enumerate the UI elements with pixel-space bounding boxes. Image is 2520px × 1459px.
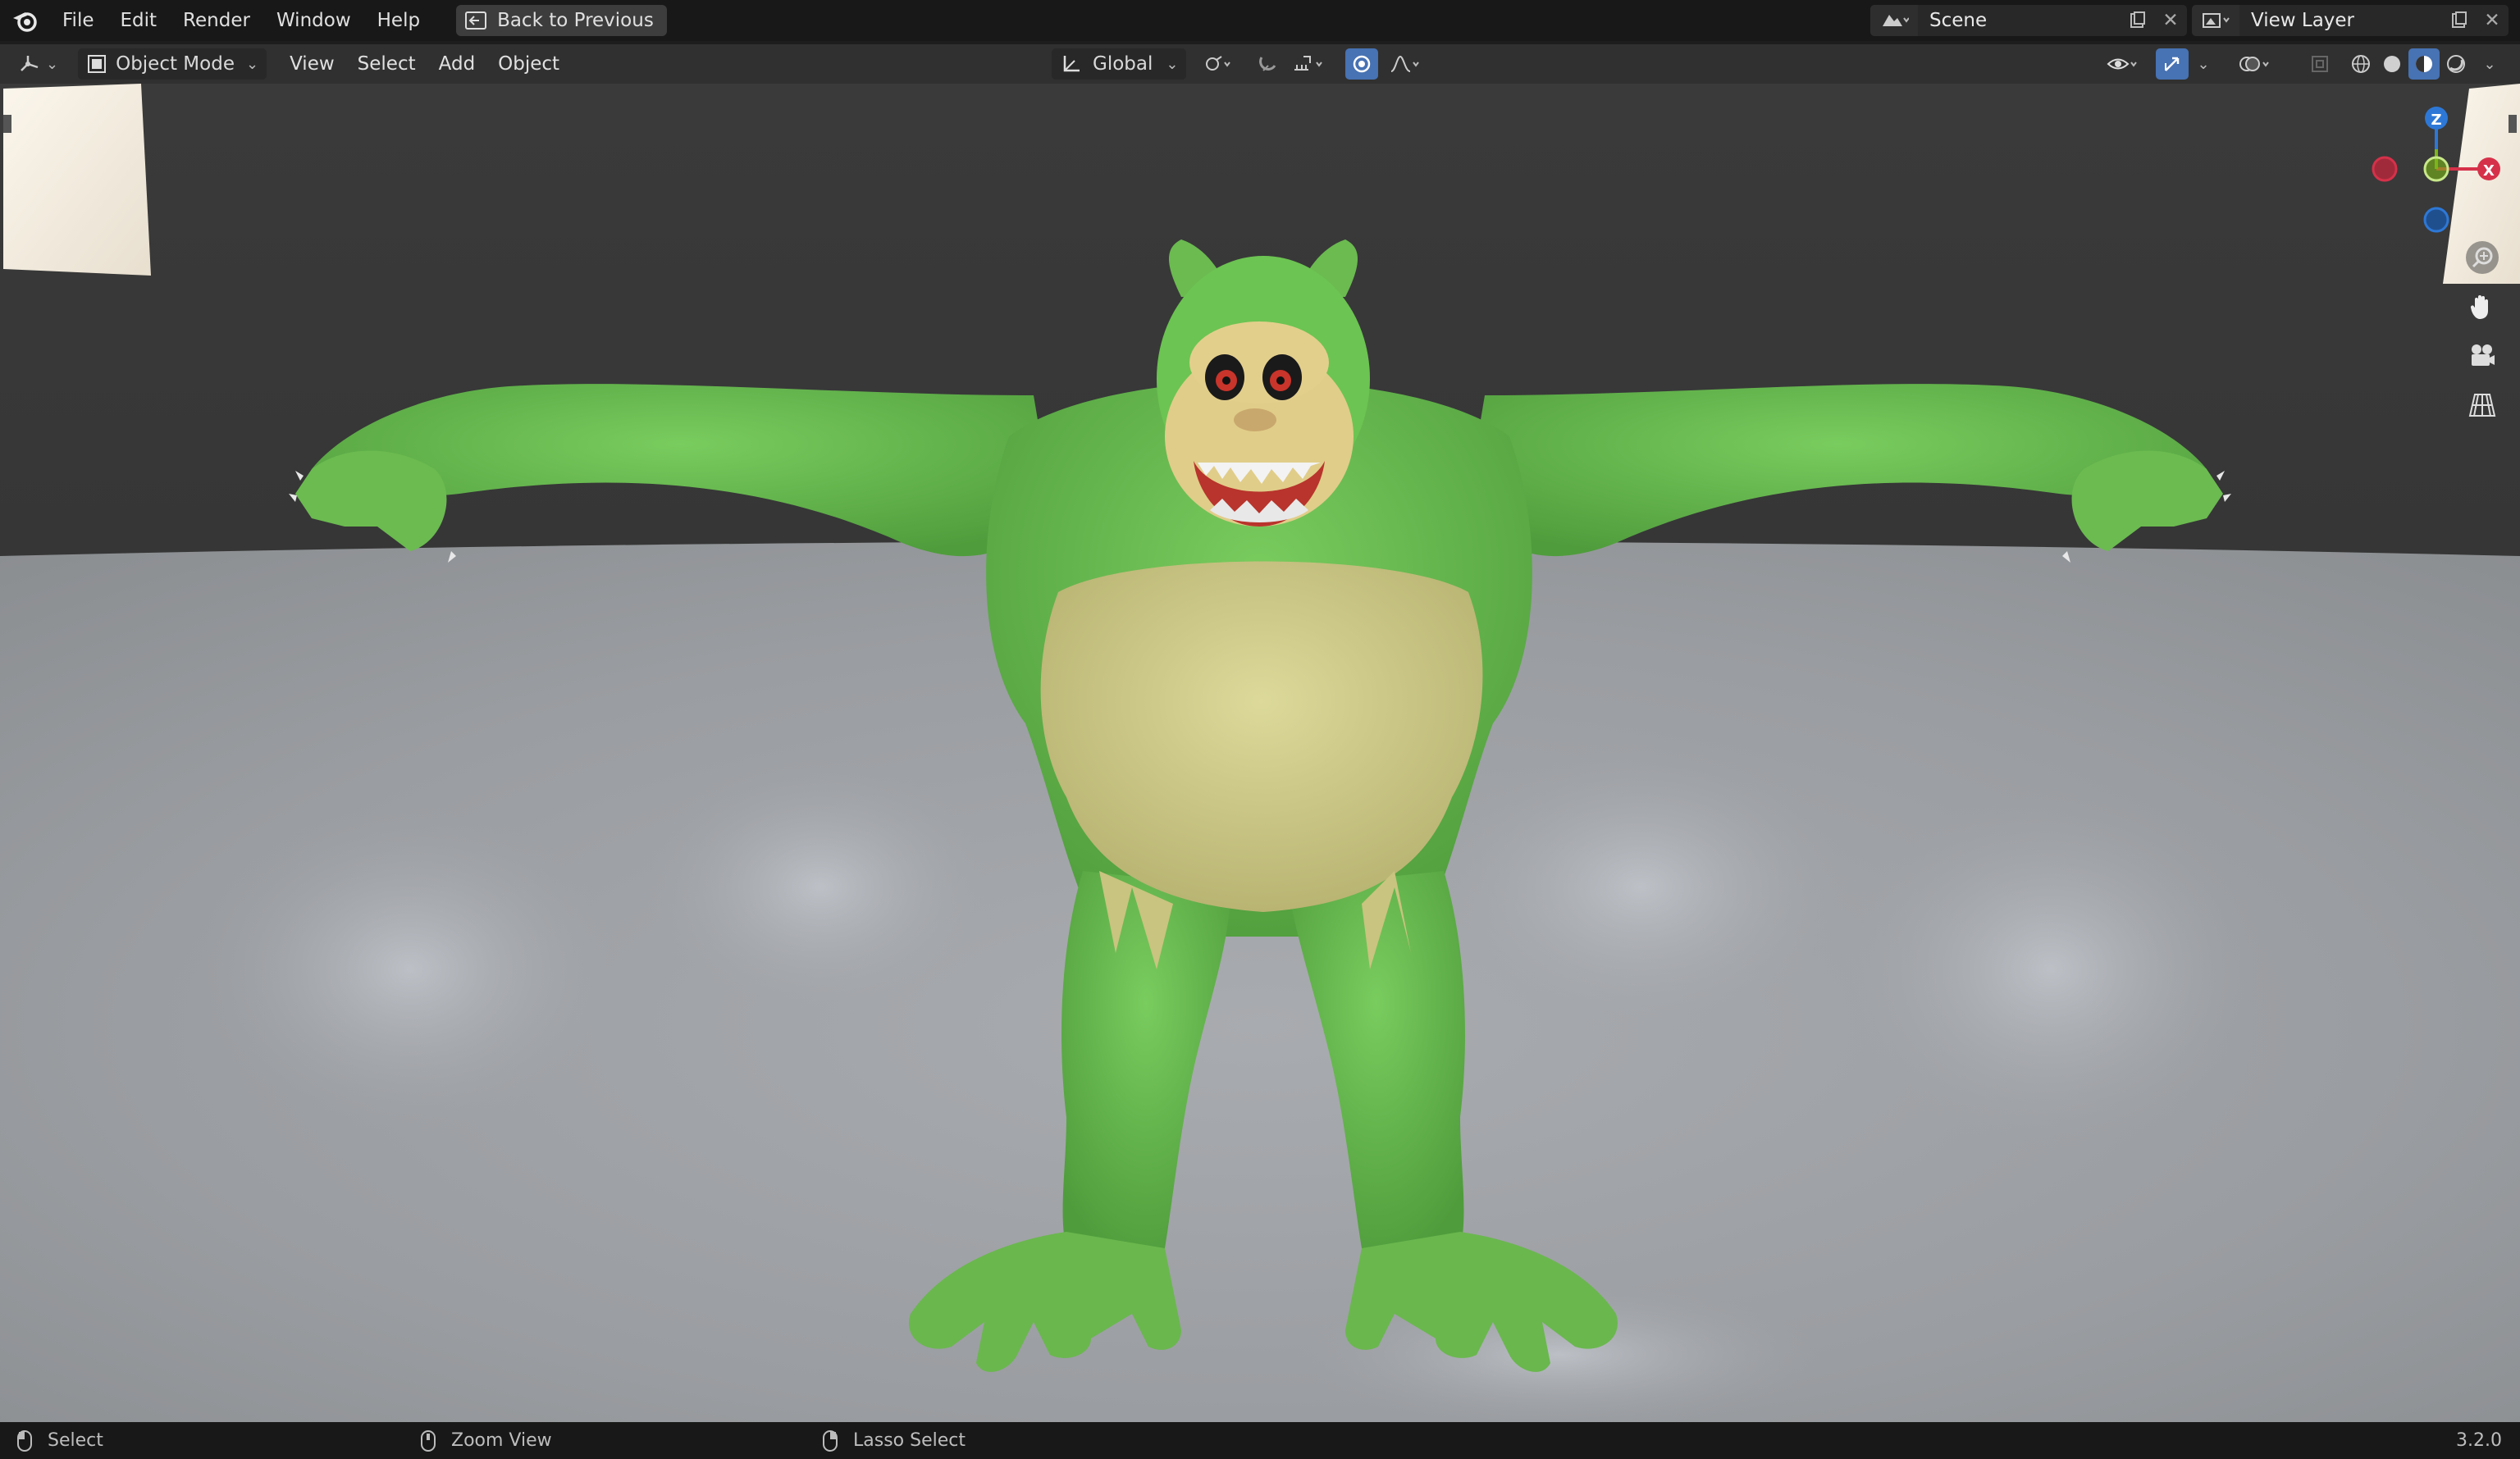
- menu-file[interactable]: File: [49, 0, 107, 41]
- status-select-label: Select: [48, 1430, 103, 1451]
- menu-view[interactable]: View: [278, 53, 346, 75]
- menu-help[interactable]: Help: [364, 0, 433, 41]
- menu-render[interactable]: Render: [170, 0, 263, 41]
- new-view-layer-icon[interactable]: [2443, 5, 2476, 36]
- viewport-header: ⌄ Object Mode ⌄ View Select Add Object G…: [0, 44, 2520, 84]
- gizmo-toggle-icon[interactable]: [2156, 48, 2189, 80]
- status-zoom: Zoom View: [420, 1429, 552, 1452]
- proportional-editing-icon[interactable]: [1345, 48, 1378, 80]
- gizmo-x-label: X: [2483, 162, 2495, 180]
- shading-options-dropdown-icon[interactable]: ⌄: [2474, 48, 2502, 80]
- view-layer-icon[interactable]: [2192, 5, 2239, 36]
- chevron-down-icon: ⌄: [1166, 55, 1179, 73]
- view-layer-name[interactable]: View Layer: [2239, 10, 2443, 31]
- scene-selector[interactable]: Scene ✕: [1870, 5, 2187, 36]
- mode-label: Object Mode: [116, 53, 235, 75]
- status-bar: Select Zoom View Lasso Select 3.2.0: [0, 1422, 2520, 1459]
- version-label: 3.2.0: [2456, 1430, 2502, 1451]
- pivot-point-icon[interactable]: [1194, 48, 1240, 80]
- menu-object[interactable]: Object: [486, 53, 571, 75]
- back-arrow-icon: [465, 11, 487, 30]
- orientation-axes-icon: [1063, 56, 1080, 72]
- view-layer-selector[interactable]: View Layer ✕: [2192, 5, 2509, 36]
- zoom-view-icon[interactable]: [2459, 235, 2505, 280]
- viewport-scene[interactable]: Z X: [0, 84, 2520, 1422]
- transform-orientation-selector[interactable]: Global ⌄: [1052, 48, 1187, 80]
- mouse-left-icon: [17, 1429, 32, 1452]
- 3d-viewport-icon: [21, 56, 39, 71]
- status-lasso: Lasso Select: [822, 1429, 966, 1452]
- back-to-previous-label: Back to Previous: [497, 10, 654, 31]
- toolbar-collapse-handle[interactable]: [3, 115, 11, 133]
- menu-edit[interactable]: Edit: [107, 0, 171, 41]
- rendered-shading-icon[interactable]: [2441, 48, 2471, 80]
- overlays-icon[interactable]: [2231, 48, 2280, 80]
- chevron-down-icon: ⌄: [245, 55, 259, 73]
- scene-name[interactable]: Scene: [1918, 10, 2121, 31]
- snap-toggle-icon[interactable]: [1252, 48, 1285, 80]
- visibility-eye-icon[interactable]: [2100, 48, 2148, 80]
- status-lasso-label: Lasso Select: [853, 1430, 966, 1451]
- editor-type-selector[interactable]: ⌄: [11, 48, 65, 80]
- new-scene-icon[interactable]: [2121, 5, 2154, 36]
- material-preview-shading-icon[interactable]: [2408, 48, 2440, 80]
- falloff-curve-icon[interactable]: [1381, 48, 1431, 80]
- gizmo-dropdown-icon[interactable]: ⌄: [2190, 48, 2213, 80]
- delete-scene-icon[interactable]: ✕: [2154, 5, 2187, 36]
- object-mode-icon: [88, 55, 107, 73]
- delete-view-layer-icon[interactable]: ✕: [2476, 5, 2509, 36]
- mouse-middle-icon: [421, 1429, 436, 1452]
- camera-view-icon[interactable]: [2459, 333, 2505, 379]
- status-zoom-label: Zoom View: [451, 1430, 552, 1451]
- gizmo-z-label: Z: [2431, 112, 2441, 129]
- mouse-right-icon: [823, 1429, 838, 1452]
- status-select: Select: [16, 1429, 103, 1452]
- sidebar-collapse-handle[interactable]: [2509, 115, 2517, 133]
- chevron-down-icon: ⌄: [46, 55, 59, 73]
- snap-target-icon[interactable]: [1285, 48, 1334, 80]
- solid-shading-icon[interactable]: [2377, 48, 2407, 80]
- menu-window[interactable]: Window: [263, 0, 364, 41]
- menu-select[interactable]: Select: [346, 53, 427, 75]
- back-to-previous-button[interactable]: Back to Previous: [456, 5, 667, 36]
- mode-selector[interactable]: Object Mode ⌄: [78, 48, 267, 80]
- blender-logo-icon[interactable]: [0, 0, 49, 41]
- transform-orientation-label: Global: [1093, 53, 1153, 75]
- menu-add[interactable]: Add: [427, 53, 487, 75]
- 3d-viewport[interactable]: Z X: [0, 84, 2520, 1422]
- xray-toggle-icon[interactable]: [2303, 48, 2336, 80]
- top-bar: File Edit Render Window Help Back to Pre…: [0, 0, 2520, 41]
- wireframe-shading-icon[interactable]: [2346, 48, 2376, 80]
- pan-hand-icon[interactable]: [2459, 284, 2505, 330]
- scene-icon[interactable]: [1870, 5, 1918, 36]
- perspective-toggle-icon[interactable]: [2459, 382, 2505, 428]
